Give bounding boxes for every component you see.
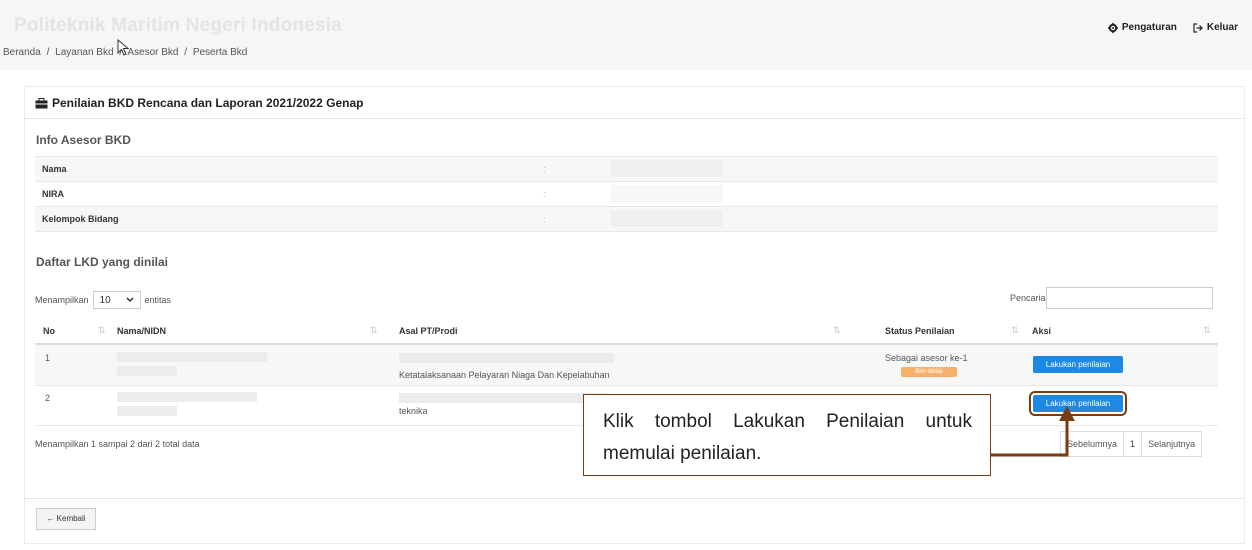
info-colon: : [543, 214, 546, 224]
table-header: No ⇅ Nama/NIDN ⇅ Asal PT/Prodi ⇅ Status … [35, 319, 1218, 345]
breadcrumb-peserta: Peserta Bkd [192, 47, 248, 58]
cell-no: 2 [45, 393, 51, 403]
info-colon: : [543, 189, 546, 199]
cell-no: 1 [45, 353, 51, 363]
info-value-redacted [611, 160, 723, 177]
breadcrumb-sep: / [184, 47, 188, 58]
info-row-kelompok: Kelompok Bidang : [35, 206, 1218, 232]
cell-nama-redacted [117, 352, 267, 362]
info-value-redacted [611, 185, 723, 202]
top-links: Pengaturan Keluar [1107, 22, 1238, 33]
info-row-nira: NIRA : [35, 181, 1218, 206]
divider [25, 498, 1244, 499]
cell-nidn-redacted [117, 366, 177, 376]
col-no[interactable]: No [43, 326, 55, 336]
breadcrumb-home[interactable]: Beranda [3, 47, 41, 58]
sort-icon: ⇅ [833, 325, 841, 335]
pagination: Sebelumnya 1 Selanjutnya [1060, 431, 1203, 457]
sort-icon: ⇅ [370, 325, 378, 335]
cell-pt-redacted [399, 353, 614, 363]
cell-nama-redacted [117, 392, 257, 402]
list-section-title: Daftar LKD yang dinilai [36, 255, 169, 269]
chevron-down-icon [126, 297, 134, 303]
col-nama[interactable]: Nama/NIDN [117, 326, 166, 336]
pager-current[interactable]: 1 [1124, 432, 1143, 456]
card-title-text: Penilaian BKD Rencana dan Laporan 2021/2… [52, 96, 364, 110]
entries-value: 10 [99, 294, 111, 306]
sort-icon: ⇅ [98, 325, 106, 335]
entries-select[interactable]: 10 [92, 291, 141, 309]
sort-icon: ⇅ [1203, 325, 1211, 335]
card-title: Penilaian BKD Rencana dan Laporan 2021/2… [35, 96, 363, 110]
assess-button-highlighted[interactable]: Lakukan penilaian [1029, 391, 1127, 416]
info-value-redacted [611, 210, 723, 227]
table-summary: Menampilkan 1 sampai 2 dari 2 total data [35, 439, 200, 449]
breadcrumb-asesor[interactable]: Asesor Bkd [127, 47, 178, 58]
back-button[interactable]: ← Kembali [36, 508, 96, 530]
info-label: NIRA [42, 189, 64, 199]
info-label: Nama [42, 164, 67, 174]
cell-prodi: Ketatalaksanaan Pelayaran Niaga Dan Kepe… [399, 370, 610, 380]
cell-pt-redacted [399, 393, 609, 403]
info-section-title: Info Asesor BKD [36, 133, 131, 147]
pager-next[interactable]: Selanjutnya [1142, 432, 1201, 456]
breadcrumb-sep: / [46, 47, 50, 58]
settings-link[interactable]: Pengaturan [1107, 22, 1177, 33]
cell-nidn-redacted [117, 406, 177, 416]
info-row-nama: Nama : [35, 156, 1218, 181]
entries-control: Menampilkan 10 entitas [35, 291, 171, 309]
col-prodi[interactable]: Asal PT/Prodi [399, 326, 458, 336]
logout-link[interactable]: Keluar [1193, 22, 1238, 33]
divider [25, 118, 1244, 119]
logout-icon [1193, 22, 1203, 33]
pager-prev[interactable]: Sebelumnya [1061, 432, 1125, 456]
assess-button[interactable]: Lakukan penilaian [1033, 356, 1123, 373]
logout-label: Keluar [1206, 22, 1238, 33]
entries-prefix: Menampilkan [35, 295, 89, 305]
gear-icon [1107, 22, 1118, 33]
breadcrumb-layanan[interactable]: Layanan Bkd [55, 47, 113, 58]
top-header: Politeknik Maritim Negeri Indonesia Bera… [0, 0, 1252, 70]
cell-status: Sebagai asesor ke-1 [885, 353, 968, 363]
site-brand[interactable]: Politeknik Maritim Negeri Indonesia [14, 15, 342, 37]
search-input[interactable] [1046, 287, 1213, 309]
briefcase-icon [35, 97, 48, 108]
entries-suffix: entitas [144, 295, 172, 305]
table-row: 1 Ketatalaksanaan Pelayaran Niaga Dan Ke… [35, 345, 1218, 386]
instruction-callout: Klik tombol Lakukan Penilaian untuk memu… [583, 394, 991, 476]
sort-icon: ⇅ [1011, 325, 1019, 335]
mouse-cursor-icon [117, 39, 130, 56]
info-table: Nama : NIRA : Kelompok Bidang : [35, 156, 1218, 232]
cell-prodi: teknika [399, 406, 428, 416]
settings-label: Pengaturan [1121, 22, 1177, 33]
col-aksi[interactable]: Aksi [1032, 326, 1051, 336]
col-status[interactable]: Status Penilaian [885, 326, 955, 336]
info-label: Kelompok Bidang [42, 214, 119, 224]
info-colon: : [543, 164, 546, 174]
status-badge: Blm dinilai [901, 367, 957, 377]
